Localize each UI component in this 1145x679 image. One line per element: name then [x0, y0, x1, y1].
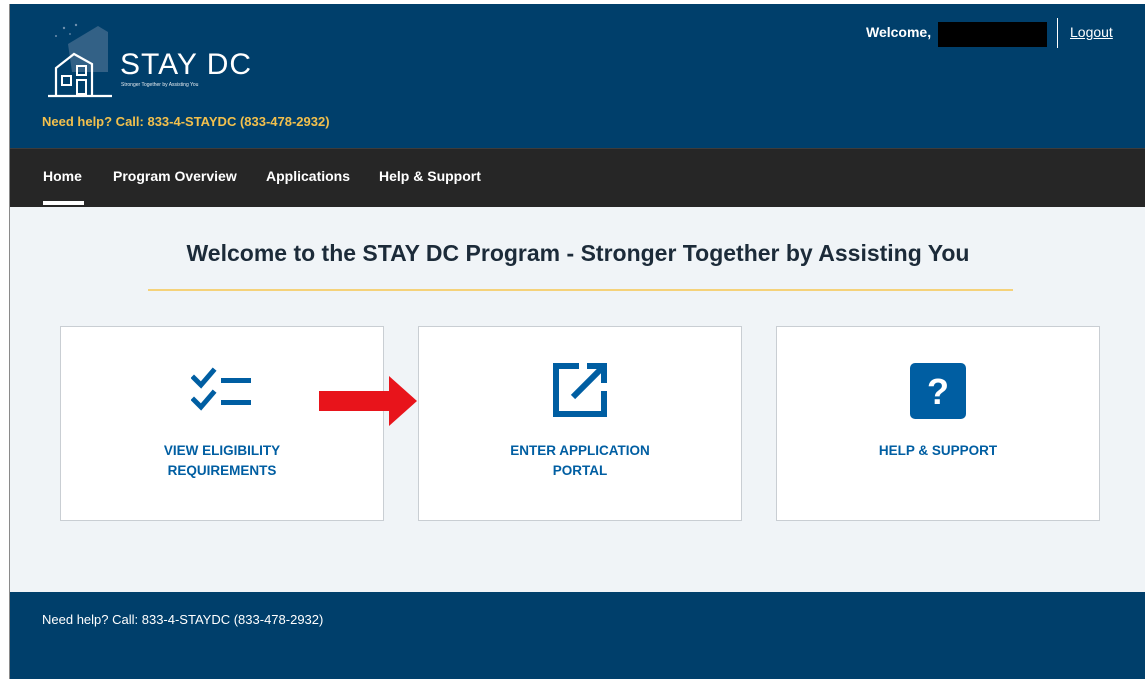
redacted-username — [938, 22, 1047, 47]
nav-item-program-overview[interactable]: Program Overview — [113, 168, 237, 184]
nav-item-help-support[interactable]: Help & Support — [379, 168, 481, 184]
card-eligibility-label: VIEW ELIGIBILITY REQUIREMENTS — [163, 443, 281, 478]
site-header: STAY DC Stronger Together by Assisting Y… — [10, 4, 1145, 148]
red-arrow-annotation-icon — [319, 376, 417, 426]
nav-item-home[interactable]: Home — [43, 168, 82, 184]
checklist-icon — [191, 367, 251, 411]
welcome-text: Welcome, — [866, 24, 932, 40]
card-help-support-label: HELP & SUPPORT — [878, 443, 998, 458]
nav-item-applications[interactable]: Applications — [266, 168, 350, 184]
title-divider — [148, 289, 1013, 291]
external-link-icon — [553, 363, 607, 417]
logout-link[interactable]: Logout — [1070, 24, 1113, 40]
page-title: Welcome to the STAY DC Program - Stronge… — [186, 240, 970, 266]
card-application-portal-label: ENTER APPLICATION PORTAL — [510, 443, 650, 478]
header-help-phone: Need help? Call: 833-4-STAYDC (833-478-2… — [42, 114, 330, 129]
card-help-support[interactable]: ? HELP & SUPPORT — [776, 326, 1100, 521]
building-logo-icon — [48, 23, 112, 98]
browser-viewport: STAY DC Stronger Together by Assisting Y… — [9, 4, 1145, 679]
nav-active-indicator — [43, 201, 84, 205]
logo-title: STAY DC — [120, 48, 253, 81]
site-footer: Need help? Call: 833-4-STAYDC (833-478-2… — [10, 592, 1145, 679]
header-separator — [1057, 18, 1058, 48]
stay-dc-logo[interactable]: STAY DC Stronger Together by Assisting Y… — [42, 22, 272, 102]
card-application-portal[interactable]: ENTER APPLICATION PORTAL — [418, 326, 742, 521]
svg-text:?: ? — [927, 371, 949, 412]
question-icon: ? — [910, 363, 966, 419]
footer-help-phone: Need help? Call: 833-4-STAYDC (833-478-2… — [42, 612, 324, 627]
main-nav: Home Program Overview Applications Help … — [10, 148, 1145, 207]
logo-tagline: Stronger Together by Assisting You — [121, 82, 199, 88]
